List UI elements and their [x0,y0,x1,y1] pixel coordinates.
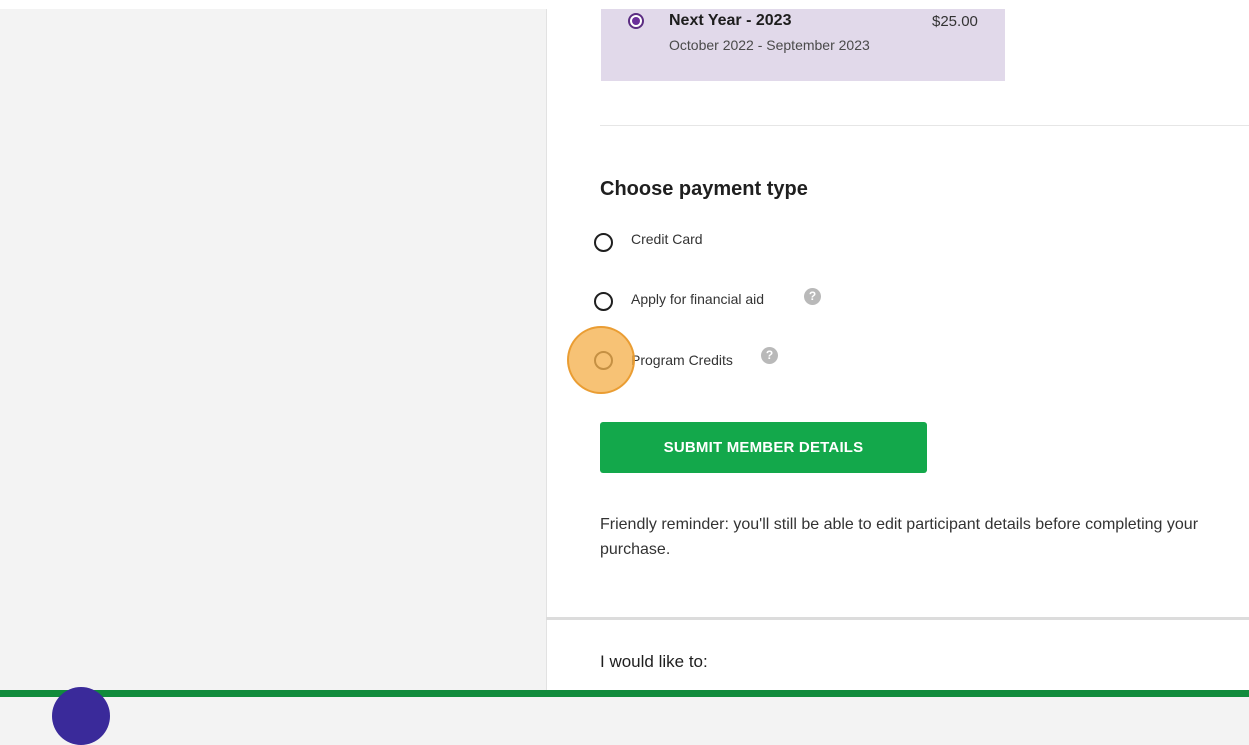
click-highlight [567,326,635,394]
chat-widget-icon[interactable] [52,687,110,745]
friendly-reminder: Friendly reminder: you'll still be able … [600,516,1199,558]
next-section-heading: I would like to: [600,652,708,671]
membership-option-period: October 2022 - September 2023 [669,37,870,53]
bottom-bar [0,690,1249,697]
divider [600,125,1249,126]
payment-option-financial-aid[interactable]: Apply for financial aid [631,291,764,307]
payment-option-credit-card[interactable]: Credit Card [631,231,703,247]
payment-type-heading: Choose payment type [600,178,808,200]
radio-financial-aid[interactable] [594,292,613,311]
payment-option-program-credits[interactable]: Program Credits [631,352,733,368]
submit-member-details-button[interactable]: SUBMIT MEMBER DETAILS [600,422,927,473]
left-panel [0,9,546,697]
section-divider [546,617,1249,620]
help-icon[interactable]: ? [761,347,778,364]
help-icon[interactable]: ? [804,288,821,305]
radio-selected-icon[interactable] [628,13,644,29]
radio-credit-card[interactable] [594,233,613,252]
membership-option-title: Next Year - 2023 [669,12,792,29]
top-strip [0,0,1249,9]
membership-option-price: $25.00 [932,13,978,30]
